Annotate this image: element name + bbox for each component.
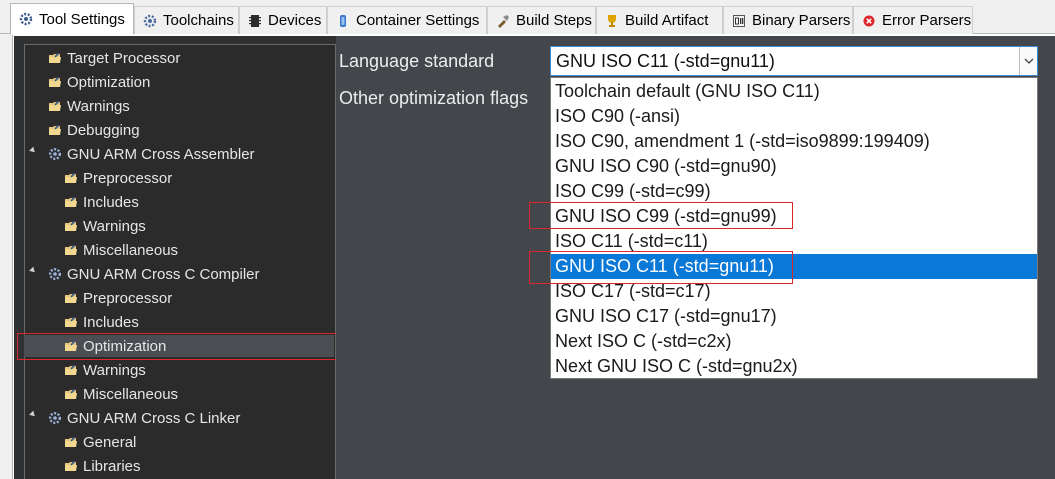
- dropdown-option[interactable]: Toolchain default (GNU ISO C11): [551, 79, 1037, 104]
- tree-item-target-processor[interactable]: Target Processor: [48, 47, 180, 69]
- tab-devices[interactable]: Devices: [239, 6, 327, 34]
- tab-toolchains[interactable]: Toolchains: [134, 6, 239, 34]
- tree-item-warnings[interactable]: Warnings: [64, 359, 146, 381]
- dropdown-option[interactable]: ISO C17 (-std=c17): [551, 279, 1037, 304]
- tree-item-miscellaneous[interactable]: Miscellaneous: [64, 239, 178, 261]
- tab-label: Container Settings: [356, 12, 480, 29]
- binary-parsers-icon: [733, 14, 745, 27]
- build-steps-icon: [498, 14, 509, 28]
- tab-label: Binary Parsers: [752, 12, 851, 29]
- language-standard-dropdown-list: Toolchain default (GNU ISO C11) ISO C90 …: [550, 77, 1038, 379]
- language-standard-select[interactable]: GNU ISO C11 (-std=gnu11): [550, 46, 1038, 76]
- settings-folder-icon: [65, 460, 77, 471]
- tab-container-settings[interactable]: Container Settings: [327, 6, 487, 34]
- settings-folder-icon: [65, 436, 77, 447]
- settings-folder-icon: [65, 388, 77, 399]
- tree-item-optimization[interactable]: Optimization: [48, 71, 150, 93]
- tab-build-artifact[interactable]: Build Artifact: [596, 6, 723, 34]
- tool-gear-icon: [48, 267, 62, 281]
- tree-item-debugging[interactable]: Debugging: [48, 119, 140, 141]
- dropdown-option[interactable]: ISO C11 (-std=c11): [551, 229, 1037, 254]
- settings-folder-icon: [49, 52, 61, 63]
- tab-error-parsers[interactable]: Error Parsers: [853, 6, 973, 34]
- dropdown-option[interactable]: ISO C99 (-std=c99): [551, 179, 1037, 204]
- tab-tool-settings[interactable]: Tool Settings: [10, 3, 134, 35]
- dropdown-option[interactable]: GNU ISO C99 (-std=gnu99): [551, 204, 1037, 229]
- toolchains-icon: [143, 14, 157, 27]
- tree-item-gnu-arm-cross-c-linker[interactable]: GNU ARM Cross C Linker: [29, 407, 240, 429]
- tree-item-optimization-selected[interactable]: Optimization: [64, 335, 166, 357]
- tree-item-libraries[interactable]: Libraries: [64, 455, 141, 477]
- dropdown-option[interactable]: Next ISO C (-std=c2x): [551, 329, 1037, 354]
- settings-folder-icon: [49, 100, 61, 111]
- dropdown-option[interactable]: ISO C90, amendment 1 (-std=iso9899:19940…: [551, 129, 1037, 154]
- tree-item-includes[interactable]: Includes: [64, 191, 139, 213]
- other-optimization-flags-label: Other optimization flags: [339, 88, 529, 108]
- tab-label: Error Parsers: [882, 12, 972, 29]
- tab-label: Tool Settings: [39, 10, 125, 28]
- settings-folder-icon: [65, 220, 77, 231]
- settings-folder-icon: [65, 340, 77, 351]
- tab-strip: Tool Settings Toolchains Devices Contain…: [0, 0, 1055, 35]
- tree-item-includes[interactable]: Includes: [64, 311, 139, 333]
- tree-item-miscellaneous[interactable]: Miscellaneous: [64, 383, 178, 405]
- settings-folder-icon: [65, 364, 77, 375]
- devices-icon: [249, 14, 261, 27]
- tab-binary-parsers[interactable]: Binary Parsers: [723, 6, 853, 34]
- tab-label: Build Artifact: [625, 12, 709, 29]
- tree-item-preprocessor[interactable]: Preprocessor: [64, 167, 172, 189]
- tool-settings-icon: [19, 12, 33, 26]
- dropdown-option[interactable]: Next GNU ISO C (-std=gnu2x): [551, 354, 1037, 379]
- tab-label: Build Steps: [516, 12, 592, 29]
- tool-gear-icon: [48, 147, 62, 161]
- settings-folder-icon: [49, 76, 61, 87]
- container-icon: [340, 14, 346, 27]
- tool-gear-icon: [48, 411, 62, 425]
- dropdown-option[interactable]: GNU ISO C90 (-std=gnu90): [551, 154, 1037, 179]
- tree-item-general[interactable]: General: [64, 431, 136, 453]
- tree-item-warnings[interactable]: Warnings: [64, 215, 146, 237]
- error-parsers-icon: [863, 15, 875, 26]
- tree-item-preprocessor[interactable]: Preprocessor: [64, 287, 172, 309]
- dropdown-toggle-button[interactable]: [1019, 47, 1037, 75]
- dropdown-option[interactable]: ISO C90 (-ansi): [551, 104, 1037, 129]
- settings-folder-icon: [65, 292, 77, 303]
- build-artifact-icon: [608, 14, 616, 27]
- chevron-down-icon: [1024, 58, 1033, 64]
- language-standard-label: Language standard: [339, 51, 495, 71]
- settings-folder-icon: [65, 172, 77, 183]
- settings-folder-icon: [49, 124, 61, 135]
- settings-folder-icon: [65, 244, 77, 255]
- settings-folder-icon: [65, 316, 77, 327]
- dropdown-option-highlighted[interactable]: GNU ISO C11 (-std=gnu11): [551, 254, 1037, 279]
- tree-item-gnu-arm-cross-assembler[interactable]: GNU ARM Cross Assembler: [29, 143, 255, 165]
- language-standard-value: GNU ISO C11 (-std=gnu11): [556, 50, 775, 71]
- settings-folder-icon: [65, 196, 77, 207]
- tree-item-warnings[interactable]: Warnings: [48, 95, 130, 117]
- dropdown-option[interactable]: GNU ISO C17 (-std=gnu17): [551, 304, 1037, 329]
- tab-build-steps[interactable]: Build Steps: [487, 6, 596, 34]
- tab-label: Devices: [268, 12, 322, 29]
- tab-label: Toolchains: [163, 12, 234, 29]
- tree-item-gnu-arm-cross-c-compiler[interactable]: GNU ARM Cross C Compiler: [29, 263, 260, 285]
